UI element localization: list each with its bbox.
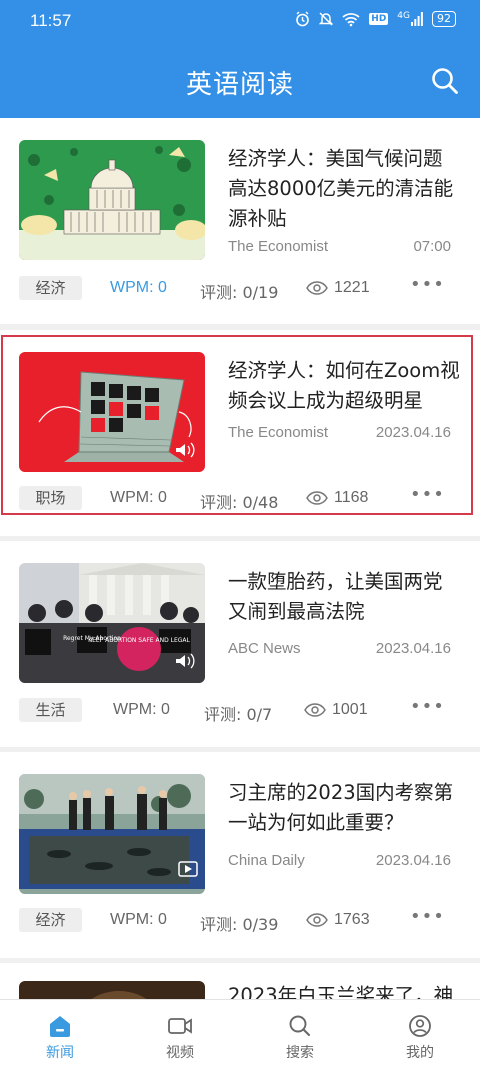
more-options-icon[interactable]: ••• bbox=[410, 906, 445, 927]
bottom-tab-bar: 新闻 视频 搜索 我的 bbox=[0, 999, 480, 1068]
article-title[interactable]: 一款堕胎药，让美国两党又闹到最高法院 bbox=[228, 567, 460, 627]
wifi-icon bbox=[342, 13, 360, 27]
regret-sign-text: Regret My Abortion bbox=[63, 635, 121, 642]
category-tag[interactable]: 生活 bbox=[19, 698, 82, 722]
article-date: 2023.04.16 bbox=[375, 640, 451, 657]
category-tag[interactable]: 经济 bbox=[19, 908, 82, 932]
status-icons: HD 4G 92 bbox=[295, 11, 456, 27]
tab-label: 我的 bbox=[406, 1045, 434, 1061]
article-date: 2023.04.16 bbox=[375, 852, 451, 869]
tab-search[interactable]: 搜索 bbox=[240, 1000, 360, 1068]
profile-icon bbox=[409, 1015, 431, 1037]
article-title[interactable]: 习主席的2023国内考察第一站为何如此重要？ bbox=[228, 778, 460, 838]
selection-highlight bbox=[1, 335, 473, 515]
article-thumbnail[interactable] bbox=[19, 774, 205, 894]
mute-bell-icon bbox=[319, 12, 334, 26]
tab-label: 视频 bbox=[166, 1045, 194, 1061]
network-indicator: 4G bbox=[397, 12, 423, 26]
view-count: 1001 bbox=[304, 701, 368, 719]
eval-stat: 评测: 0/7 bbox=[204, 705, 273, 724]
view-count: 1221 bbox=[306, 279, 370, 297]
wpm-stat: WPM: 0 bbox=[113, 701, 170, 718]
alarm-icon bbox=[296, 11, 310, 27]
news-icon bbox=[50, 1016, 70, 1037]
article-thumbnail[interactable]: KEEP ABORTION SAFE AND LEGAL Regret My A… bbox=[19, 563, 205, 683]
search-icon[interactable] bbox=[430, 66, 460, 96]
tab-label: 搜索 bbox=[286, 1045, 314, 1061]
more-options-icon[interactable]: ••• bbox=[410, 274, 445, 295]
article-card[interactable]: 2023年白玉兰奖来了，神 bbox=[0, 963, 480, 1003]
more-options-icon[interactable]: ••• bbox=[410, 696, 445, 717]
video-icon bbox=[168, 1018, 192, 1034]
eye-icon bbox=[306, 281, 328, 295]
article-card[interactable]: 经济学人：美国气候问题高达8000亿美元的清洁能源补贴 The Economis… bbox=[0, 118, 480, 324]
category-tag[interactable]: 经济 bbox=[19, 276, 82, 300]
page-title: 英语阅读 bbox=[185, 70, 294, 100]
article-source: China Daily bbox=[228, 852, 305, 869]
wpm-stat: WPM: 0 bbox=[110, 911, 167, 928]
article-card[interactable]: 习主席的2023国内考察第一站为何如此重要？ China Daily 2023.… bbox=[0, 752, 480, 958]
article-date: 07:00 bbox=[413, 238, 451, 255]
tab-profile[interactable]: 我的 bbox=[360, 1000, 480, 1068]
battery-indicator: 92 bbox=[432, 11, 456, 27]
search-icon bbox=[289, 1015, 310, 1036]
status-time: 11:57 bbox=[30, 11, 72, 30]
article-thumbnail[interactable] bbox=[19, 140, 205, 260]
eye-icon bbox=[304, 703, 326, 717]
tab-label: 新闻 bbox=[46, 1045, 74, 1061]
eye-icon bbox=[306, 913, 328, 927]
view-count-value: 1763 bbox=[334, 911, 370, 928]
article-source: The Economist bbox=[228, 238, 329, 255]
status-bar: 11:57 HD 4G 92 bbox=[0, 0, 480, 42]
wpm-stat: WPM: 0 bbox=[110, 279, 167, 296]
eval-stat: 评测: 0/19 bbox=[200, 283, 279, 302]
app-header: 英语阅读 bbox=[0, 42, 480, 118]
article-card[interactable]: KEEP ABORTION SAFE AND LEGAL Regret My A… bbox=[0, 541, 480, 747]
view-count-value: 1221 bbox=[334, 279, 370, 296]
view-count: 1763 bbox=[306, 911, 370, 929]
hd-badge: HD bbox=[369, 13, 389, 25]
article-title[interactable]: 经济学人：美国气候问题高达8000亿美元的清洁能源补贴 bbox=[228, 144, 460, 234]
tab-video[interactable]: 视频 bbox=[120, 1000, 240, 1068]
tab-news[interactable]: 新闻 bbox=[0, 1000, 120, 1068]
view-count-value: 1001 bbox=[332, 701, 368, 718]
article-source: ABC News bbox=[228, 640, 301, 657]
eval-stat: 评测: 0/39 bbox=[200, 915, 279, 934]
